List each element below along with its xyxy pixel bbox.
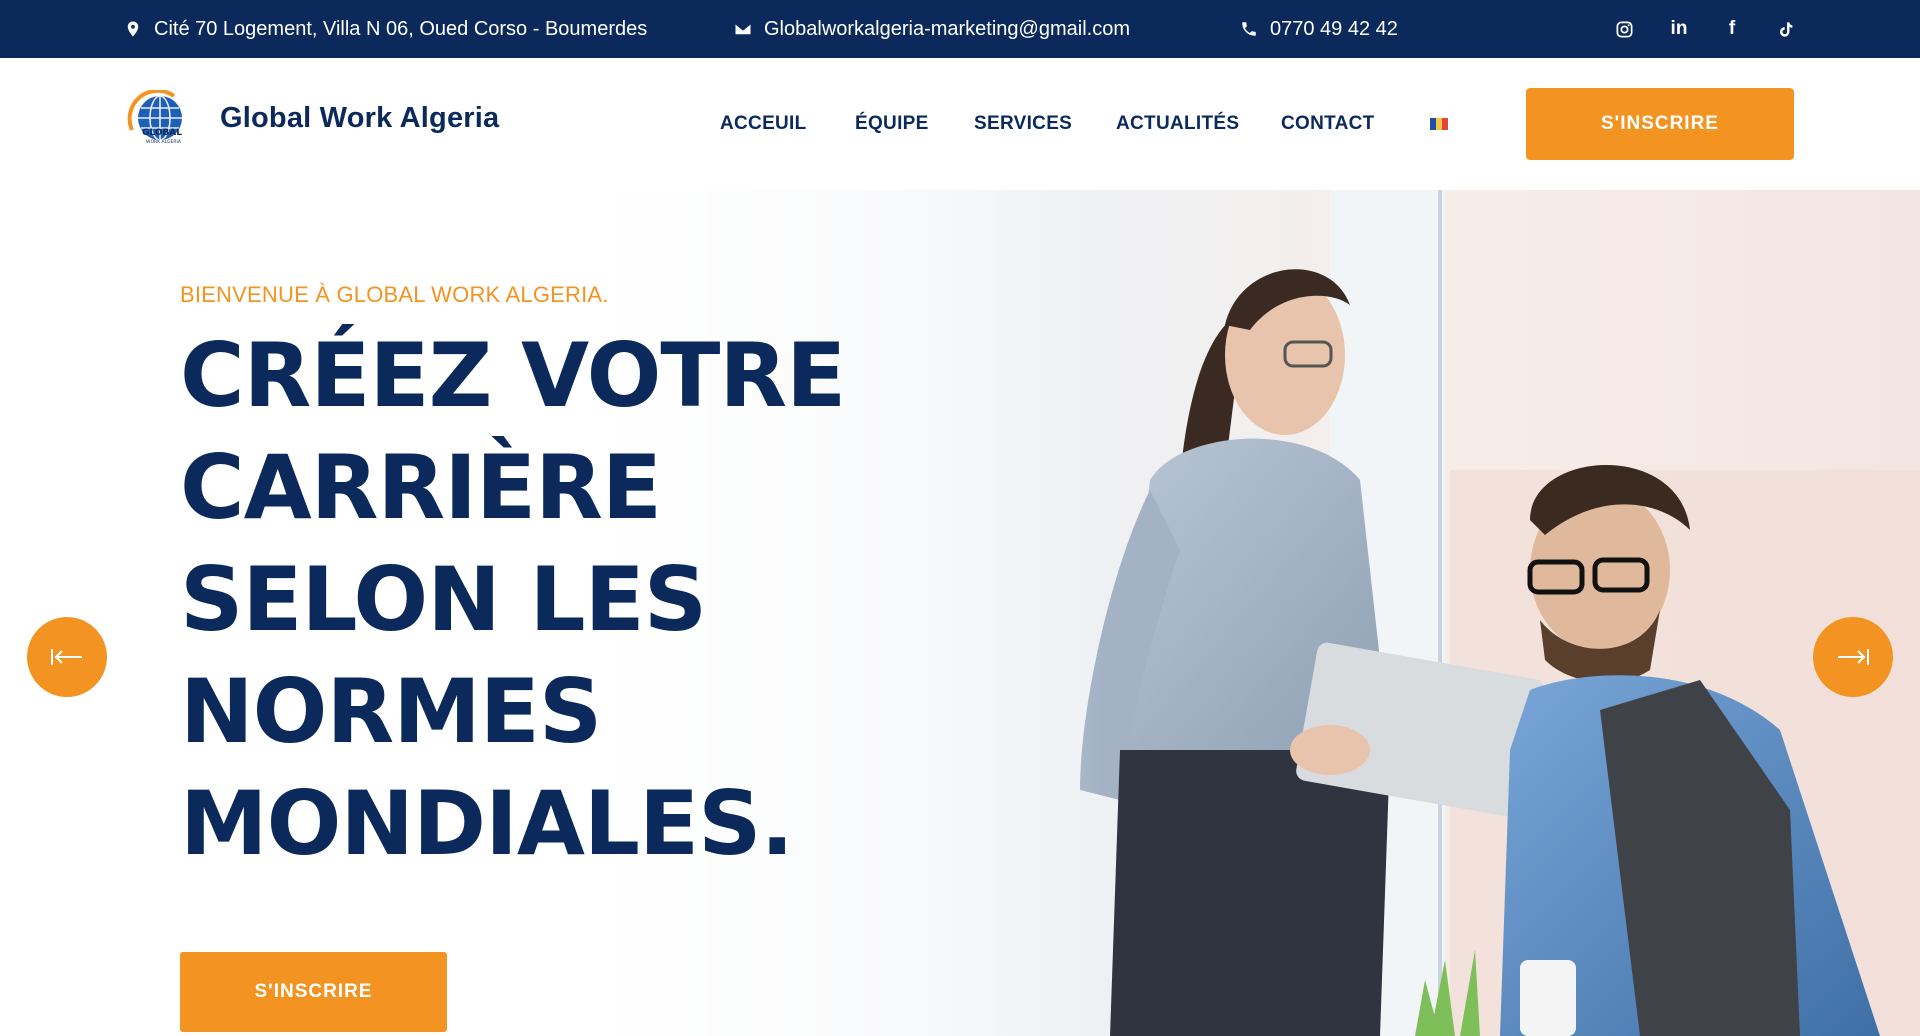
facebook-glyph: f	[1728, 18, 1736, 39]
slider-prev-button[interactable]	[27, 617, 107, 697]
site-header: GLOBAL WORK ALGERIA Global Work Algeria …	[0, 58, 1920, 190]
signup-button-header[interactable]: S'INSCRIRE	[1526, 88, 1794, 160]
linkedin-glyph: in	[1670, 18, 1688, 39]
address-info: Cité 70 Logement, Villa N 06, Oued Corso…	[124, 0, 647, 58]
slider-next-button[interactable]	[1813, 617, 1893, 697]
nav-equipe[interactable]: ÉQUIPE	[855, 113, 929, 135]
instagram-icon[interactable]	[1607, 0, 1641, 58]
tiktok-icon[interactable]	[1768, 0, 1802, 58]
logo-wordmark: GLOBAL	[142, 128, 182, 138]
top-contact-bar: Cité 70 Logement, Villa N 06, Oued Corso…	[0, 0, 1920, 58]
address-text: Cité 70 Logement, Villa N 06, Oued Corso…	[154, 17, 648, 40]
headline-line: CRÉEZ VOTRE	[180, 324, 846, 427]
linkedin-icon[interactable]: in	[1662, 0, 1696, 58]
facebook-icon[interactable]: f	[1715, 0, 1749, 58]
nav-actualites[interactable]: ACTUALITÉS	[1116, 113, 1239, 135]
french-flag-icon[interactable]	[1430, 118, 1448, 130]
arrow-left-icon	[51, 649, 82, 665]
nav-accueil[interactable]: ACCEUIL	[720, 113, 807, 135]
map-pin-icon	[127, 21, 139, 37]
nav-services[interactable]: SERVICES	[974, 113, 1072, 135]
logo-subtext: WORK ALGERIA	[146, 139, 182, 145]
headline-line: SELON LES	[180, 548, 707, 651]
hero-eyebrow: BIENVENUE À GLOBAL WORK ALGERIA.	[180, 282, 609, 307]
email-text[interactable]: Globalworkalgeria-marketing@gmail.com	[764, 18, 1130, 41]
envelope-icon	[735, 23, 751, 35]
headline-line: NORMES	[180, 660, 602, 763]
signup-button-hero[interactable]: S'INSCRIRE	[180, 952, 447, 1032]
phone-info[interactable]: 0770 49 42 42	[1240, 0, 1398, 58]
brand-name[interactable]: Global Work Algeria	[220, 102, 499, 135]
arrow-right-icon	[1838, 649, 1869, 665]
hero-headline: CRÉEZ VOTRE CARRIÈRE SELON LES NORMES MO…	[180, 320, 880, 880]
headline-line: MONDIALES.	[180, 772, 794, 875]
phone-text[interactable]: 0770 49 42 42	[1270, 18, 1398, 41]
phone-icon	[1242, 22, 1256, 36]
hero-slider: BIENVENUE À GLOBAL WORK ALGERIA. CRÉEZ V…	[0, 190, 1920, 1036]
nav-contact[interactable]: CONTACT	[1281, 113, 1375, 135]
email-info[interactable]: Globalworkalgeria-marketing@gmail.com	[734, 0, 1130, 58]
globe-logo-icon[interactable]: GLOBAL WORK ALGERIA	[124, 88, 194, 152]
headline-line: CARRIÈRE	[180, 436, 662, 539]
